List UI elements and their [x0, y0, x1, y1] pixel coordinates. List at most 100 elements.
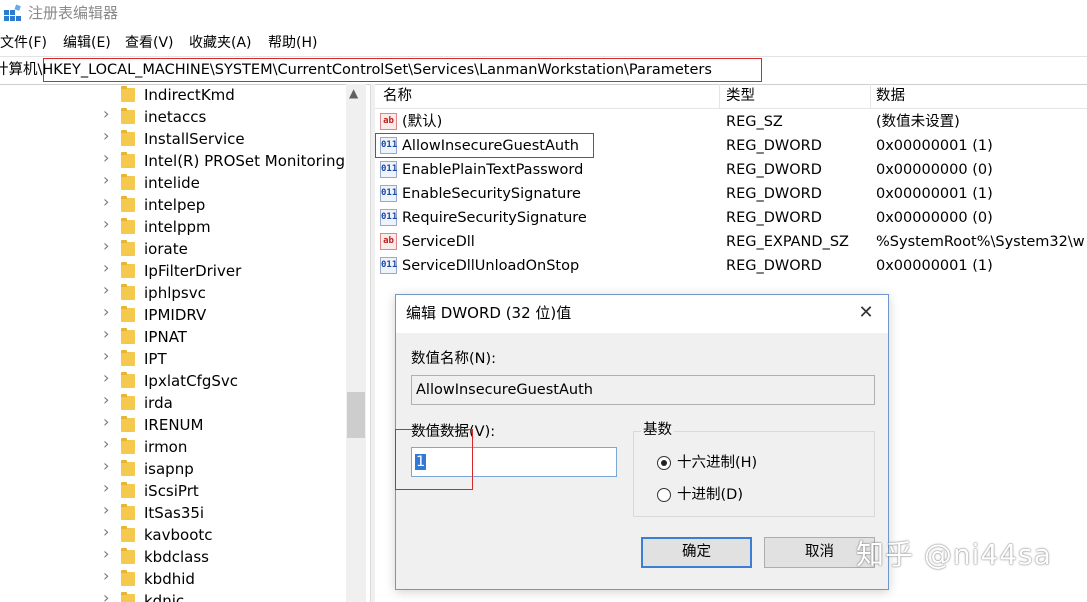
tree-item[interactable]: › intelide	[0, 172, 345, 195]
column-header-name[interactable]: 名称	[383, 87, 412, 105]
folder-icon	[121, 108, 135, 124]
chevron-right-icon[interactable]: ›	[103, 436, 109, 452]
value-row[interactable]: ab (默认) REG_SZ (数值未设置)	[375, 110, 1087, 134]
menu-edit[interactable]: 编辑(E)	[63, 34, 111, 52]
tree-item[interactable]: › irda	[0, 392, 345, 415]
column-header-type[interactable]: 类型	[726, 87, 755, 105]
chevron-right-icon[interactable]: ›	[103, 480, 109, 496]
ok-button[interactable]: 确定	[641, 537, 752, 568]
tree-item-label: InstallService	[144, 130, 245, 148]
tree-item[interactable]: › kbdhid	[0, 568, 345, 591]
tree-item[interactable]: › IPNAT	[0, 326, 345, 349]
chevron-right-icon[interactable]: ›	[103, 150, 109, 166]
chevron-right-icon[interactable]: ›	[103, 370, 109, 386]
address-bar[interactable]: 计算机\HKEY_LOCAL_MACHINE\SYSTEM\CurrentCon…	[0, 56, 1087, 85]
value-row[interactable]: 011 EnablePlainTextPassword REG_DWORD 0x000…	[375, 158, 1087, 182]
chevron-right-icon[interactable]: ›	[103, 414, 109, 430]
value-name: RequireSecuritySignature	[402, 210, 587, 226]
value-data: %SystemRoot%\System32\w	[876, 234, 1085, 250]
folder-icon	[121, 328, 135, 344]
value-data: 0x00000001 (1)	[876, 186, 993, 202]
tree-item[interactable]: › IpFilterDriver	[0, 260, 345, 283]
value-row[interactable]: 011 EnableSecuritySignature REG_DWORD 0x000…	[375, 182, 1087, 206]
folder-icon	[121, 372, 135, 388]
regedit-icon	[4, 4, 21, 21]
tree-item[interactable]: › intelpep	[0, 194, 345, 217]
chevron-right-icon[interactable]: ›	[103, 546, 109, 562]
value-name-field: AllowInsecureGuestAuth	[411, 375, 875, 405]
tree-item[interactable]: › Intel(R) PROSet Monitoring	[0, 150, 345, 173]
menu-help[interactable]: 帮助(H)	[268, 34, 317, 52]
chevron-right-icon[interactable]: ›	[103, 348, 109, 364]
chevron-right-icon[interactable]: ›	[103, 106, 109, 122]
tree-item[interactable]: › iphlpsvc	[0, 282, 345, 305]
menu-file[interactable]: 文件(F)	[0, 34, 47, 52]
tree-item[interactable]: › kavbootc	[0, 524, 345, 547]
tree-item[interactable]: › IPMIDRV	[0, 304, 345, 327]
folder-icon	[121, 218, 135, 234]
folder-icon	[121, 548, 135, 564]
menu-favorites[interactable]: 收藏夹(A)	[189, 34, 252, 52]
string-value-icon: ab	[380, 113, 397, 130]
tree-scrollbar[interactable]: ▲	[346, 84, 366, 602]
chevron-right-icon[interactable]: ›	[103, 326, 109, 342]
tree-item[interactable]: › inetaccs	[0, 106, 345, 129]
data-annotation-box	[395, 429, 473, 490]
chevron-right-icon[interactable]: ›	[103, 282, 109, 298]
tree-item[interactable]: IndirectKmd	[0, 85, 345, 107]
chevron-right-icon[interactable]: ›	[103, 568, 109, 584]
folder-icon	[121, 570, 135, 586]
chevron-right-icon[interactable]: ›	[103, 194, 109, 210]
tree-item[interactable]: › ItSas35i	[0, 502, 345, 525]
chevron-right-icon[interactable]: ›	[103, 216, 109, 232]
tree-item-label: intelppm	[144, 218, 211, 236]
tree-item[interactable]: › irmon	[0, 436, 345, 459]
tree-item-label: kavbootc	[144, 526, 213, 544]
column-divider[interactable]	[719, 84, 720, 108]
dec-radio[interactable]	[657, 488, 671, 502]
value-row[interactable]: 011 ServiceDllUnloadOnStop REG_DWORD 0x0000…	[375, 254, 1087, 278]
menu-view[interactable]: 查看(V)	[125, 34, 174, 52]
tree-item-label: intelide	[144, 174, 200, 192]
chevron-right-icon[interactable]: ›	[103, 524, 109, 540]
chevron-right-icon[interactable]: ›	[103, 304, 109, 320]
value-row[interactable]: 011 RequireSecuritySignature REG_DWORD 0x00…	[375, 206, 1087, 230]
hex-radio[interactable]	[657, 456, 671, 470]
column-divider[interactable]	[870, 84, 871, 108]
tree-item[interactable]: › iorate	[0, 238, 345, 261]
hex-radio-label[interactable]: 十六进制(H)	[677, 454, 757, 472]
dialog-titlebar: 编辑 DWORD (32 位)值 ✕	[396, 295, 888, 333]
window-title: 注册表编辑器	[28, 4, 119, 22]
scrollbar-thumb[interactable]	[347, 392, 365, 438]
chevron-right-icon[interactable]: ›	[103, 238, 109, 254]
scroll-up-arrow-icon[interactable]: ▲	[349, 86, 358, 100]
chevron-right-icon[interactable]: ›	[103, 458, 109, 474]
tree-item[interactable]: › intelppm	[0, 216, 345, 239]
chevron-right-icon[interactable]: ›	[103, 590, 109, 602]
value-row[interactable]: ab ServiceDll REG_EXPAND_SZ %SystemRoot%\Sy…	[375, 230, 1087, 254]
menu-bar: 文件(F) 编辑(E) 查看(V) 收藏夹(A) 帮助(H)	[0, 32, 1087, 54]
chevron-right-icon[interactable]: ›	[103, 260, 109, 276]
tree-item-label: IndirectKmd	[144, 86, 235, 104]
chevron-right-icon[interactable]: ›	[103, 502, 109, 518]
value-data: 0x00000001 (1)	[876, 138, 993, 154]
folder-icon	[121, 416, 135, 432]
chevron-right-icon[interactable]: ›	[103, 128, 109, 144]
column-header-data[interactable]: 数据	[876, 87, 905, 105]
tree-item[interactable]: › isapnp	[0, 458, 345, 481]
chevron-right-icon[interactable]: ›	[103, 172, 109, 188]
tree-item[interactable]: › IPT	[0, 348, 345, 371]
folder-icon	[121, 482, 135, 498]
chevron-right-icon[interactable]: ›	[103, 392, 109, 408]
tree-item[interactable]: › InstallService	[0, 128, 345, 151]
edit-dword-dialog: 编辑 DWORD (32 位)值 ✕ 数值名称(N): AllowInsecur…	[395, 294, 889, 590]
tree-item[interactable]: › kdnic	[0, 590, 345, 602]
close-icon[interactable]: ✕	[854, 302, 878, 326]
folder-icon	[121, 196, 135, 212]
tree-item[interactable]: › kbdclass	[0, 546, 345, 569]
address-annotation-box	[43, 58, 762, 82]
tree-item[interactable]: › IpxlatCfgSvc	[0, 370, 345, 393]
dec-radio-label[interactable]: 十进制(D)	[677, 486, 743, 504]
tree-item[interactable]: › iScsiPrt	[0, 480, 345, 503]
tree-item[interactable]: › IRENUM	[0, 414, 345, 437]
